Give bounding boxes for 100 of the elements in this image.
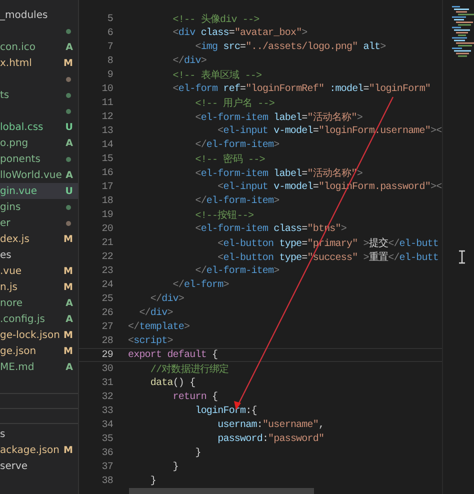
code-line: export default {: [128, 350, 218, 360]
code-line: data() {: [149, 378, 196, 388]
git-status: M: [64, 266, 73, 276]
line-number: 27: [100, 322, 113, 332]
file-name: lloWorld.vue: [0, 170, 62, 180]
code-line: }: [149, 476, 156, 486]
git-status: M: [64, 444, 73, 456]
line-number: 34: [100, 420, 113, 430]
code-line: <div class="avatar_box">: [172, 28, 308, 38]
line-number: 22: [100, 252, 113, 262]
code-line: //对数据进行绑定: [149, 362, 229, 376]
git-status: U: [65, 186, 73, 196]
git-status: A: [66, 314, 73, 324]
line-number: 33: [100, 406, 113, 416]
line-number: 11: [100, 98, 113, 108]
git-status: A: [66, 42, 73, 52]
line-number: 14: [100, 140, 113, 150]
code-line: <!-- 头像div -->: [172, 12, 260, 26]
file-name: ge.json: [0, 346, 36, 356]
file-name: lobal.css: [0, 122, 44, 132]
file-name: nore: [0, 298, 22, 308]
line-number: 28: [100, 336, 113, 346]
line-number: 15: [100, 154, 113, 164]
code-line: <!-- 用户名 -->: [194, 96, 274, 110]
line-number: 10: [100, 84, 113, 94]
code-line: password:"password": [216, 434, 324, 444]
file-name: con.ico: [0, 42, 36, 52]
line-number: 9: [106, 70, 113, 80]
line-number: 30: [100, 364, 113, 374]
line-number: 21: [100, 238, 113, 248]
file-name: dex.js: [0, 234, 30, 244]
line-number: 19: [100, 210, 113, 220]
line-number: 24: [100, 280, 113, 290]
line-number: 17: [100, 182, 113, 192]
git-status: A: [66, 298, 73, 308]
file-name: ts: [0, 90, 10, 100]
file-name: gin.vue: [0, 186, 38, 196]
code-line: </el-form-item>: [194, 140, 280, 150]
git-status: U: [65, 122, 73, 132]
file-row[interactable]: gin.vue U: [0, 183, 78, 199]
text-cursor-icon: [458, 250, 466, 264]
file-name: ponents: [0, 154, 40, 164]
file-name: ge-lock.json: [0, 330, 60, 340]
file-name: .vue: [0, 266, 22, 276]
git-status: M: [64, 234, 73, 244]
code-line: <!-- 密码 -->: [194, 152, 265, 166]
file-name: er: [0, 218, 10, 228]
file-name: gins: [0, 202, 21, 212]
code-line: }: [194, 448, 201, 458]
line-number: 23: [100, 266, 113, 276]
git-status: A: [66, 170, 73, 180]
code-line: <script>: [128, 336, 173, 346]
file-name: o.png: [0, 138, 28, 148]
file-name: .config.js: [0, 314, 45, 324]
code-line: <img src="../assets/logo.png" alt>: [194, 42, 386, 52]
file-name: _modules: [0, 10, 48, 20]
file-name: es: [0, 250, 12, 260]
code-line: loginForm:{: [194, 406, 257, 416]
line-number: 12: [100, 112, 113, 122]
line-number: 36: [100, 448, 113, 458]
code-line: </template>: [128, 322, 190, 332]
file-name: s: [0, 428, 6, 440]
code-line: </div>: [138, 308, 173, 318]
git-status: M: [64, 330, 73, 340]
file-name: ME.md: [0, 362, 34, 372]
code-line: </el-form-item>: [194, 266, 280, 276]
code-line: <!--按钮-->: [194, 208, 254, 222]
line-number: 29: [100, 350, 113, 360]
code-line: </div>: [149, 294, 184, 304]
line-number: 31: [100, 378, 113, 388]
line-number: 37: [100, 462, 113, 472]
code-line: <el-form ref="loginFormRef" :model="loginForm": [172, 84, 431, 94]
file-name: ackage.json: [0, 444, 60, 456]
line-number: 18: [100, 196, 113, 206]
code-line: usernam:"username",: [216, 420, 324, 430]
line-number: 13: [100, 126, 113, 136]
line-number: 6: [106, 28, 113, 38]
code-line: }: [172, 462, 178, 472]
git-status: A: [66, 138, 73, 148]
git-status: A: [66, 362, 73, 372]
line-number: 32: [100, 392, 113, 402]
code-line: <!-- 表单区域 -->: [172, 68, 262, 82]
git-status: M: [64, 58, 73, 68]
git-status: M: [64, 346, 73, 356]
code-line: return {: [172, 392, 218, 402]
code-line: </el-form-item>: [194, 196, 280, 206]
line-number: 5: [106, 14, 113, 24]
code-line: <el-form-item label="活动名称">: [194, 111, 362, 124]
file-name: x.html: [0, 58, 32, 68]
horizontal-scrollbar[interactable]: [129, 488, 314, 494]
file-name: n.js: [0, 282, 18, 292]
line-number: 7: [106, 42, 113, 52]
code-line: </div>: [172, 56, 206, 66]
line-number: 38: [100, 476, 113, 486]
line-number: 20: [100, 224, 113, 234]
line-number: 26: [100, 308, 113, 318]
code-line: </el-form>: [172, 280, 229, 290]
line-number: 16: [100, 168, 113, 178]
line-number: 25: [100, 294, 113, 304]
git-status: M: [64, 282, 73, 292]
